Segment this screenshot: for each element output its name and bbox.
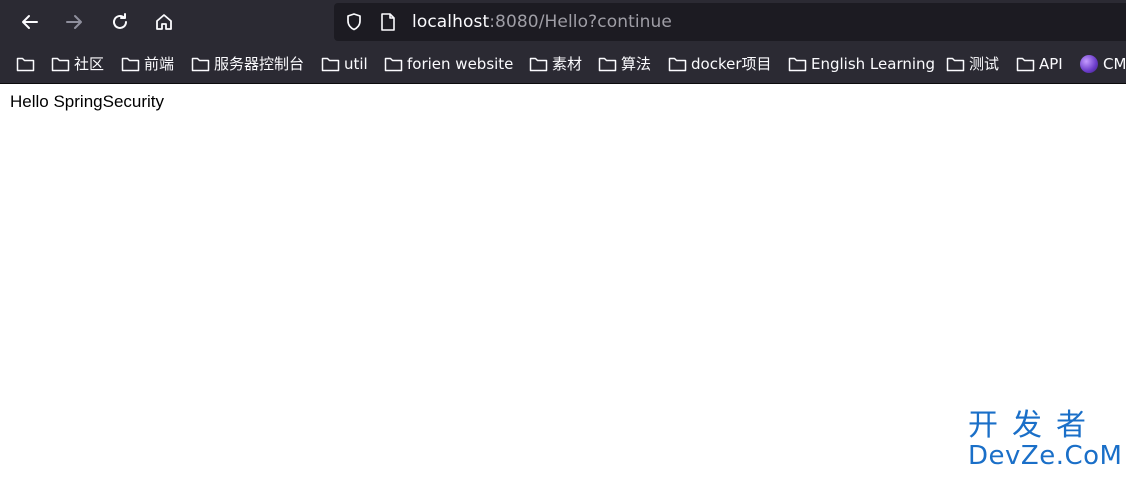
address-bar[interactable]: localhost:8080/Hello?continue [334, 3, 1126, 41]
bookmark-folder[interactable]: 社区 [51, 44, 104, 83]
watermark: 开发者 DevZe.CoM [968, 408, 1123, 471]
folder-icon [788, 57, 807, 71]
bookmark-label: util [344, 54, 368, 73]
folder-icon [191, 57, 210, 71]
back-arrow-icon [22, 15, 38, 29]
bookmark-label: API [1039, 54, 1063, 73]
bookmark-label: 测试 [969, 55, 1000, 73]
reload-icon [113, 13, 127, 29]
bookmark-label: forien website [407, 54, 514, 73]
page-body-text: Hello SpringSecurity [10, 92, 165, 111]
reload-button[interactable] [104, 6, 136, 38]
bookmark-label: 算法 [621, 55, 652, 73]
bookmark-folder[interactable] [16, 44, 39, 83]
browser-toolbar: localhost:8080/Hello?continue [0, 0, 1126, 44]
home-icon [156, 14, 172, 30]
bookmark-label: docker项目 [691, 55, 772, 73]
bookmark-folder[interactable]: util [321, 44, 368, 83]
bookmark-folder[interactable]: forien website [384, 44, 513, 83]
folder-icon [51, 57, 70, 71]
shield-icon[interactable] [344, 12, 364, 32]
forward-arrow-icon [66, 15, 82, 29]
bookmark-folder[interactable]: 素材 [529, 44, 582, 83]
watermark-en-text: DevZe.CoM [968, 441, 1123, 471]
bookmark-folder[interactable]: 算法 [598, 44, 651, 83]
bookmark-folder[interactable]: API [1016, 44, 1063, 83]
bookmark-label: 前端 [144, 55, 175, 73]
back-button[interactable] [14, 6, 46, 38]
bookmark-folder[interactable]: 测试 [946, 44, 999, 83]
bookmark-label: CM [1103, 54, 1126, 73]
bookmark-site[interactable]: CM [1080, 44, 1126, 83]
folder-icon [1016, 57, 1035, 71]
folder-icon [598, 57, 617, 71]
bookmark-folder[interactable]: English Learning [788, 44, 935, 83]
url-text[interactable]: localhost:8080/Hello?continue [412, 12, 672, 32]
bookmark-label: 服务器控制台 [214, 55, 305, 73]
bookmark-folder[interactable]: 服务器控制台 [191, 44, 304, 83]
bookmarks-bar: 社区 前端 服务器控制台 util forien website 素材 算法 d… [0, 44, 1126, 84]
bookmark-label: 社区 [74, 55, 105, 73]
folder-icon [121, 57, 140, 71]
folder-icon [384, 57, 403, 71]
home-button[interactable] [148, 6, 180, 38]
folder-icon [321, 57, 340, 71]
url-host: localhost [412, 12, 490, 32]
page-info-icon[interactable] [380, 13, 396, 31]
folder-icon [16, 57, 35, 71]
folder-icon [529, 57, 548, 71]
bookmark-label: English Learning [811, 54, 936, 73]
url-path: :8080/Hello?continue [489, 12, 672, 32]
site-favicon-icon [1080, 54, 1098, 73]
bookmark-folder[interactable]: docker项目 [668, 44, 772, 83]
folder-icon [946, 57, 965, 71]
bookmark-label: 素材 [552, 55, 583, 73]
watermark-cn-text: 开发者 [968, 408, 1100, 443]
folder-icon [668, 57, 687, 71]
bookmark-folder[interactable]: 前端 [121, 44, 174, 83]
forward-button[interactable] [58, 6, 90, 38]
